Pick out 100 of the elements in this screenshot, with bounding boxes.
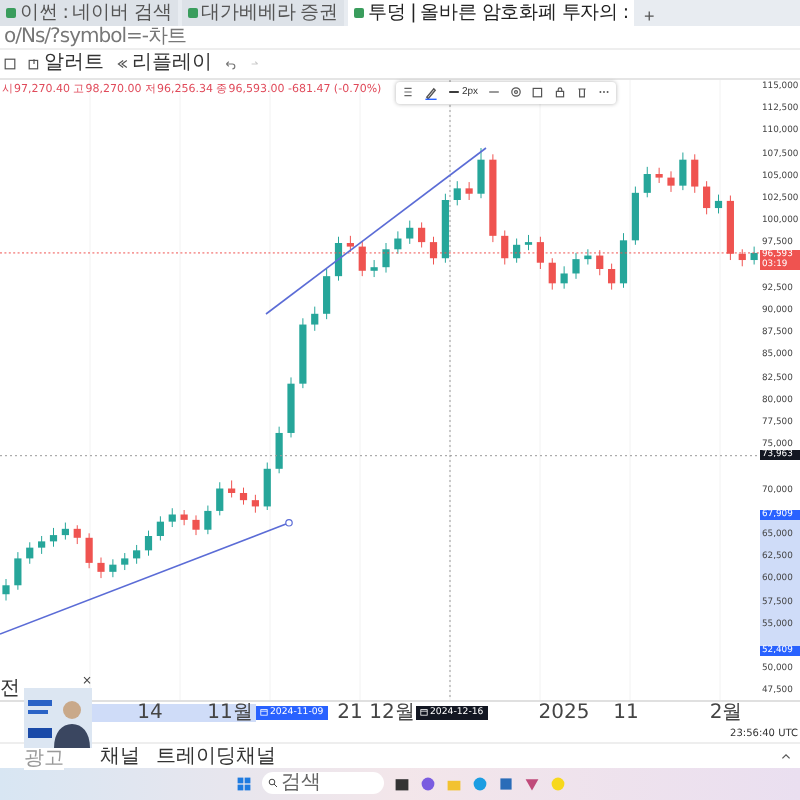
settings-icon[interactable] <box>510 86 523 99</box>
candle <box>608 262 616 290</box>
alert-icon[interactable] <box>532 86 545 99</box>
calendar-icon <box>420 708 428 717</box>
line-thickness-icon <box>448 86 460 99</box>
time-tick: 2월 <box>709 701 743 724</box>
candle <box>726 194 734 260</box>
windows-icon[interactable] <box>235 775 251 792</box>
alert-icon <box>28 57 40 70</box>
candle <box>619 231 628 288</box>
drag-handle-icon[interactable] <box>402 86 414 99</box>
candle <box>180 508 188 525</box>
candle <box>667 170 675 192</box>
browser-tab[interactable]: 이썬 : 네이버 검색 <box>0 0 178 27</box>
search-field[interactable]: 검색 <box>261 772 383 795</box>
side-text: 전 <box>0 679 20 700</box>
candle <box>121 551 129 570</box>
address-bar[interactable]: o/Ns/?symbol=-차트 <box>4 26 186 49</box>
candle <box>465 180 473 200</box>
candle <box>192 514 200 535</box>
search-icon <box>267 778 277 789</box>
candle <box>738 247 746 266</box>
browser-icon[interactable] <box>471 775 487 792</box>
time-tick: 11 <box>613 701 639 724</box>
time-tick: 11월 <box>207 701 253 724</box>
time-tick: 2025 <box>538 701 590 724</box>
candle <box>156 514 164 541</box>
candle <box>418 221 426 248</box>
candle <box>263 461 271 510</box>
candle <box>311 305 319 331</box>
candle <box>251 493 259 513</box>
candle <box>406 219 414 244</box>
candle <box>275 425 283 473</box>
candle <box>133 543 141 564</box>
candle <box>14 550 22 590</box>
candle <box>714 193 723 214</box>
candle <box>61 521 69 540</box>
candle <box>429 235 438 265</box>
candle <box>370 258 378 277</box>
candle <box>536 235 544 269</box>
candle <box>703 179 711 214</box>
candle <box>513 237 521 263</box>
candle <box>691 153 699 193</box>
candle <box>239 486 248 505</box>
candle <box>144 529 153 556</box>
candle <box>548 256 556 290</box>
site-icon <box>353 8 364 19</box>
candle <box>453 179 461 206</box>
trend-line[interactable] <box>0 518 293 634</box>
candle <box>596 248 604 275</box>
candle <box>38 534 46 554</box>
panel-tab[interactable]: 채널 <box>100 745 140 768</box>
candle <box>584 247 592 265</box>
candle <box>109 558 117 577</box>
candle <box>394 230 402 254</box>
candle <box>49 526 58 547</box>
line-style-icon[interactable] <box>488 86 501 99</box>
candle <box>441 192 449 263</box>
candle <box>655 166 663 183</box>
candle <box>477 146 485 198</box>
candle <box>679 151 687 190</box>
lock-icon[interactable] <box>554 86 567 99</box>
pen-icon[interactable] <box>424 85 438 100</box>
candle <box>560 265 568 289</box>
candle <box>489 153 497 242</box>
candle <box>26 540 34 564</box>
candle <box>73 523 81 544</box>
candle <box>204 504 212 534</box>
grid-icon[interactable] <box>4 57 16 70</box>
candle <box>524 233 533 250</box>
candle <box>2 577 10 601</box>
candle <box>572 251 580 279</box>
trend-line[interactable] <box>265 146 487 314</box>
calendar-icon <box>260 708 268 717</box>
candle <box>358 239 366 276</box>
panel-tab[interactable]: 트레이딩채널 <box>156 745 276 768</box>
candle <box>323 267 331 319</box>
undo-icon[interactable] <box>224 57 236 70</box>
time-tick: 12월 <box>369 701 415 724</box>
candle <box>750 245 758 265</box>
browser-tab[interactable]: 대가베베라 증권 <box>181 0 344 27</box>
candle <box>299 316 307 388</box>
candle <box>346 234 354 252</box>
candle <box>97 556 105 578</box>
browser-tab[interactable]: 투덩 | 올바른 암호화폐 투자의 : <box>347 0 635 27</box>
candle <box>501 229 509 265</box>
toolbar-button[interactable]: 리플레이 <box>116 51 212 76</box>
new-tab-button[interactable]: + <box>638 6 661 27</box>
trash-icon[interactable] <box>576 86 589 99</box>
candle <box>287 376 295 438</box>
candle <box>382 241 390 273</box>
replay-icon <box>116 57 128 70</box>
toolbar-button[interactable]: 알러트 <box>28 51 104 76</box>
candle <box>85 532 93 568</box>
candle <box>228 479 236 498</box>
ad-label: 광고 <box>24 747 64 770</box>
time-tick: 21 <box>337 701 363 724</box>
candle <box>643 165 651 197</box>
chevron-icon[interactable] <box>780 750 792 763</box>
site-icon <box>187 8 198 19</box>
